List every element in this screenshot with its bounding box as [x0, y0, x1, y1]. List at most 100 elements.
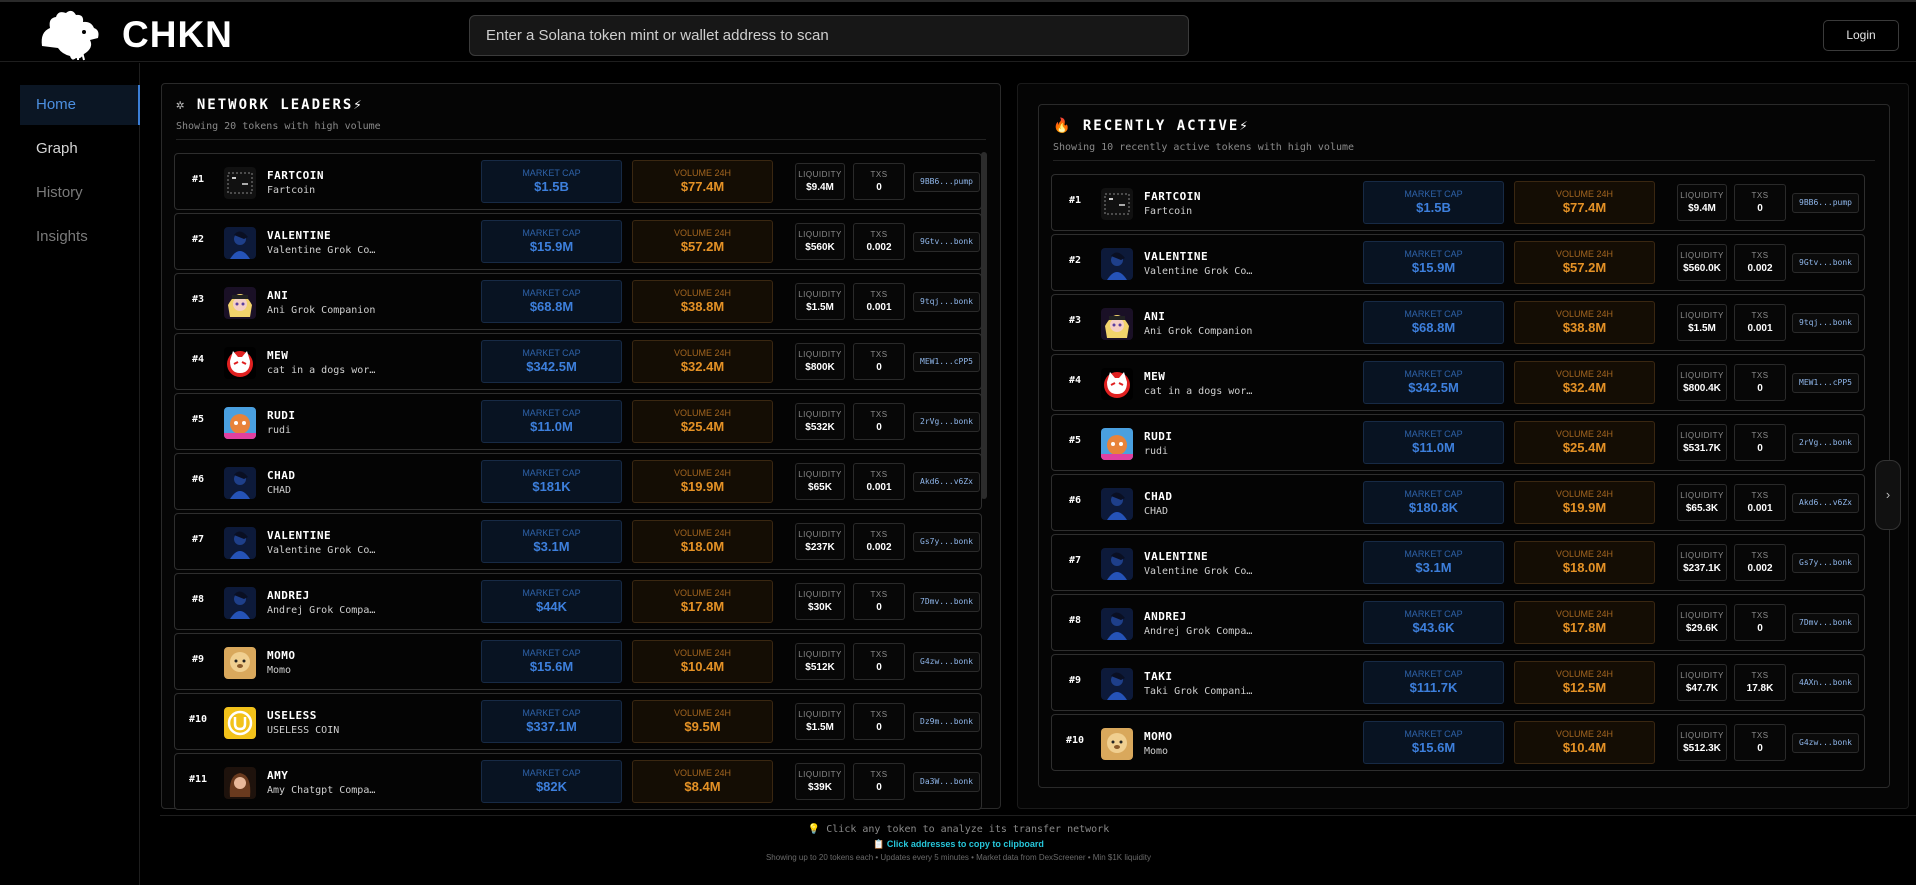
token-row[interactable]: #10 MOMO Momo MARKET CAP $15.6M VOLUME 24H $10…	[1051, 714, 1865, 771]
token-address-copy[interactable]: 2rVg...bonk	[1792, 433, 1859, 453]
volume-box: VOLUME 24H $18.0M	[632, 520, 773, 563]
market-cap-label: MARKET CAP	[1404, 249, 1463, 259]
volume-value: $77.4M	[680, 179, 725, 194]
liquidity-label: LIQUIDITY	[1680, 611, 1724, 620]
txs-value: 0	[876, 602, 882, 613]
sidebar-item-history[interactable]: History	[20, 173, 140, 213]
token-search-input[interactable]	[469, 15, 1189, 56]
token-address-copy[interactable]: 7Dmv...bonk	[913, 592, 980, 612]
liquidity-label: LIQUIDITY	[1680, 551, 1724, 560]
token-row[interactable]: #11 AMY Amy Chatgpt Compa… MARKET CAP $82K VO…	[174, 753, 982, 810]
token-symbol: VALENTINE	[267, 529, 332, 542]
txs-value: 0	[876, 422, 882, 433]
token-row[interactable]: #2 VALENTINE Valentine Grok Co… MARKET CAP $…	[1051, 234, 1865, 291]
token-row[interactable]: #4 MEW cat in a dogs wor… MARKET CAP $342.5M…	[1051, 354, 1865, 411]
token-address-copy[interactable]: MEW1...cPP5	[913, 352, 980, 372]
liquidity-box: LIQUIDITY $512K	[795, 643, 845, 680]
token-row[interactable]: #8 ANDREJ Andrej Grok Compa… MARKET CAP $43.…	[1051, 594, 1865, 651]
liquidity-value: $237.1K	[1683, 563, 1721, 574]
market-cap-value: $111.7K	[1409, 680, 1458, 695]
token-address-copy[interactable]: G4zw...bonk	[1792, 733, 1859, 753]
brand-name[interactable]: CHKN	[122, 14, 233, 56]
txs-label: TXS	[870, 530, 888, 539]
token-row[interactable]: #6 CHAD CHAD MARKET CAP $181K VOLUME 24H $19.9…	[174, 453, 982, 510]
market-cap-value: $1.5B	[1416, 200, 1451, 215]
market-cap-label: MARKET CAP	[1404, 369, 1463, 379]
token-address-copy[interactable]: Akd6...v6Zx	[913, 472, 980, 492]
token-address-copy[interactable]: 9tqj...bonk	[913, 292, 980, 312]
liquidity-box: LIQUIDITY $560K	[795, 223, 845, 260]
token-symbol: MOMO	[1144, 730, 1173, 743]
token-address-copy[interactable]: Gs7y...bonk	[913, 532, 980, 552]
market-cap-value: $68.8M	[1411, 320, 1456, 335]
token-row[interactable]: #5 RUDI rudi MARKET CAP $11.0M VOLUME 24H $25.…	[174, 393, 982, 450]
token-address-copy[interactable]: Akd6...v6Zx	[1792, 493, 1859, 513]
token-name: cat in a dogs wor…	[1144, 386, 1253, 397]
token-row[interactable]: #4 MEW cat in a dogs wor… MARKET CAP $342.5M…	[174, 333, 982, 390]
token-address-copy[interactable]: 9Gtv...bonk	[1792, 253, 1859, 273]
txs-label: TXS	[870, 410, 888, 419]
token-address-copy[interactable]: G4zw...bonk	[913, 652, 980, 672]
txs-label: TXS	[870, 170, 888, 179]
market-cap-value: $342.5M	[526, 359, 577, 374]
volume-label: VOLUME 24H	[1555, 549, 1614, 559]
token-row[interactable]: #5 RUDI rudi MARKET CAP $11.0M VOLUME 24H $25.…	[1051, 414, 1865, 471]
token-name: Amy Chatgpt Compa…	[267, 785, 376, 796]
token-address-copy[interactable]: 7Dmv...bonk	[1792, 613, 1859, 633]
liquidity-label: LIQUIDITY	[798, 230, 842, 239]
footer-hint: 💡 Click any token to analyze its transfe…	[807, 824, 1110, 835]
volume-value: $32.4M	[680, 359, 725, 374]
token-address-copy[interactable]: 2rVg...bonk	[913, 412, 980, 432]
token-address-copy[interactable]: 9tqj...bonk	[1792, 313, 1859, 333]
volume-value: $10.4M	[1562, 740, 1607, 755]
token-row[interactable]: #1 FARTCOIN Fartcoin MARKET CAP $1.5B VOLUME …	[1051, 174, 1865, 231]
liquidity-box: LIQUIDITY $237.1K	[1677, 544, 1727, 581]
volume-box: VOLUME 24H $18.0M	[1514, 541, 1655, 584]
token-address-copy[interactable]: 9BB6...pump	[1792, 193, 1859, 213]
volume-box: VOLUME 24H $8.4M	[632, 760, 773, 803]
token-row[interactable]: #3 ANI Ani Grok Companion MARKET CAP $68.8M V…	[174, 273, 982, 330]
token-row[interactable]: #7 VALENTINE Valentine Grok Co… MARKET CAP $…	[174, 513, 982, 570]
liquidity-box: LIQUIDITY $65K	[795, 463, 845, 500]
token-address-copy[interactable]: Da3W...bonk	[913, 772, 980, 792]
token-row[interactable]: #3 ANI Ani Grok Companion MARKET CAP $68.8M V…	[1051, 294, 1865, 351]
chicken-logo-icon[interactable]	[38, 8, 102, 62]
txs-box: TXS 0	[1734, 184, 1786, 221]
token-row[interactable]: #9 MOMO Momo MARKET CAP $15.6M VOLUME 24H $10.…	[174, 633, 982, 690]
token-address-copy[interactable]: 9Gtv...bonk	[913, 232, 980, 252]
token-symbol: VALENTINE	[1144, 250, 1209, 263]
token-name: Valentine Grok Co…	[1144, 266, 1253, 277]
token-row[interactable]: #8 ANDREJ Andrej Grok Compa… MARKET CAP $44K…	[174, 573, 982, 630]
liquidity-label: LIQUIDITY	[1680, 191, 1724, 200]
token-row[interactable]: #2 VALENTINE Valentine Grok Co… MARKET CAP $…	[174, 213, 982, 270]
txs-label: TXS	[870, 590, 888, 599]
token-symbol: RUDI	[1144, 430, 1173, 443]
liquidity-label: LIQUIDITY	[1680, 731, 1724, 740]
token-row[interactable]: #9 TAKI Taki Grok Compani… MARKET CAP $111.7…	[1051, 654, 1865, 711]
leaders-scrollbar[interactable]	[981, 152, 987, 499]
sidebar-item-insights[interactable]: Insights	[20, 217, 140, 257]
token-rank: #5	[191, 414, 205, 425]
token-name: Valentine Grok Co…	[1144, 566, 1253, 577]
liquidity-box: LIQUIDITY $800K	[795, 343, 845, 380]
liquidity-box: LIQUIDITY $1.5M	[1677, 304, 1727, 341]
chevron-right-icon[interactable]: ›	[1875, 460, 1901, 530]
token-address-copy[interactable]: MEW1...cPP5	[1792, 373, 1859, 393]
liquidity-box: LIQUIDITY $1.5M	[795, 703, 845, 740]
token-address-copy[interactable]: Gs7y...bonk	[1792, 553, 1859, 573]
volume-label: VOLUME 24H	[673, 408, 732, 418]
token-symbol: ANI	[267, 289, 289, 302]
token-row[interactable]: #1 FARTCOIN Fartcoin MARKET CAP $1.5B VOLUME …	[174, 153, 982, 210]
token-address-copy[interactable]: 4AXn...bonk	[1792, 673, 1859, 693]
token-row[interactable]: #6 CHAD CHAD MARKET CAP $180.8K VOLUME 24H $19…	[1051, 474, 1865, 531]
sidebar-item-graph[interactable]: Graph	[20, 129, 140, 169]
token-address-copy[interactable]: 9BB6...pump	[913, 172, 980, 192]
liquidity-box: LIQUIDITY $560.0K	[1677, 244, 1727, 281]
login-button[interactable]: Login	[1823, 20, 1899, 51]
sidebar-item-home[interactable]: Home	[20, 85, 140, 125]
token-address-copy[interactable]: Dz9m...bonk	[913, 712, 980, 732]
market-cap-label: MARKET CAP	[522, 528, 581, 538]
token-row[interactable]: #7 VALENTINE Valentine Grok Co… MARKET CAP $…	[1051, 534, 1865, 591]
txs-value: 0	[1757, 443, 1763, 454]
token-row[interactable]: #10 USELESS USELESS COIN MARKET CAP $337.1M V…	[174, 693, 982, 750]
